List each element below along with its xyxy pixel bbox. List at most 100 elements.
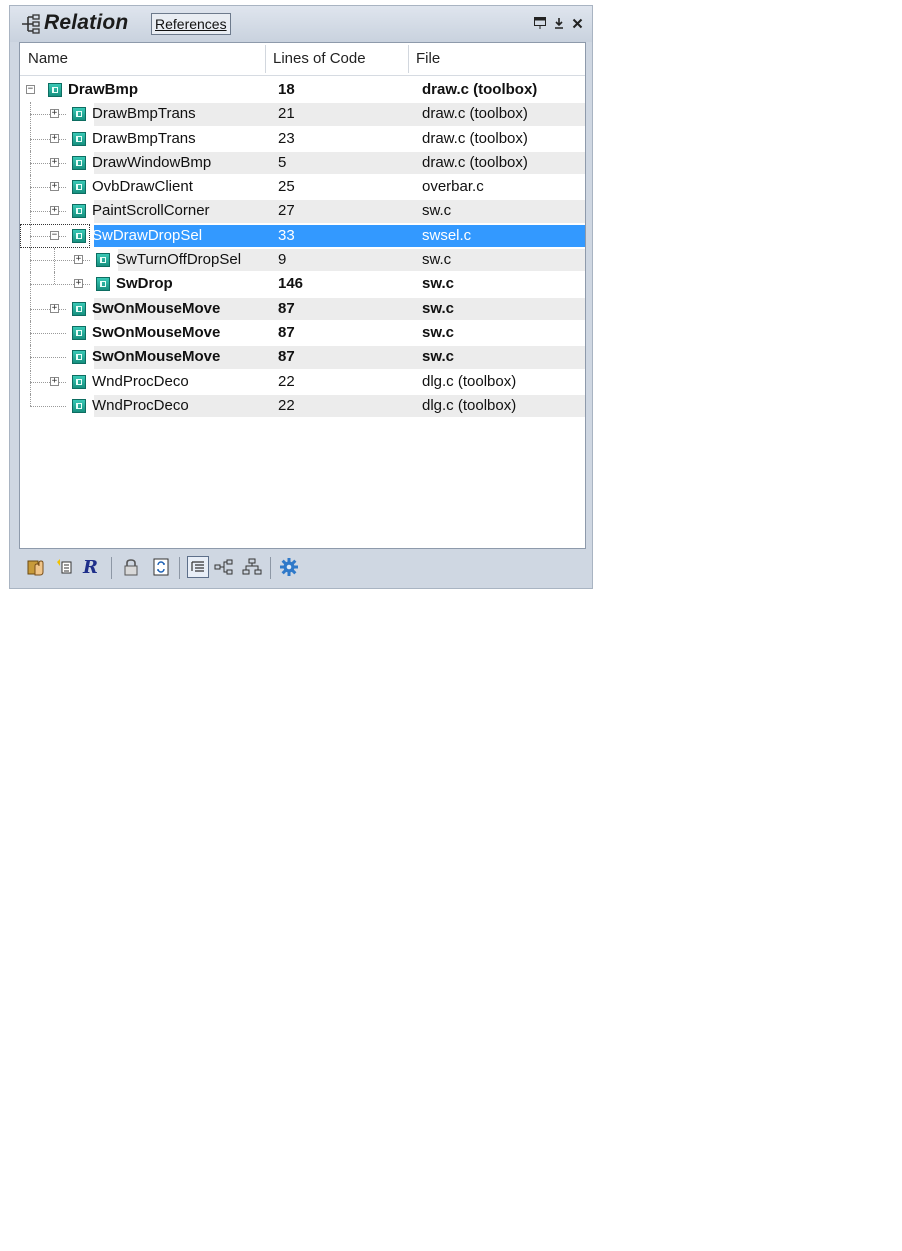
expand-icon[interactable]: +: [50, 303, 59, 313]
row-lines-of-code: 25: [278, 178, 295, 196]
pin-icon[interactable]: [551, 15, 567, 31]
row-name: WndProcDeco: [92, 396, 189, 414]
expand-icon[interactable]: +: [50, 133, 59, 143]
horizontal-tree-icon[interactable]: [213, 556, 235, 578]
tree-connector: [30, 114, 66, 116]
tree-row[interactable]: + DrawBmpTrans 21 draw.c (toolbox): [20, 102, 585, 127]
row-lines-of-code: 21: [278, 105, 295, 123]
tree-row[interactable]: + SwOnMouseMove 87 sw.c: [20, 296, 585, 321]
toolbar-separator: [179, 557, 180, 579]
row-file: swsel.c: [422, 226, 472, 244]
row-name: SwOnMouseMove: [92, 323, 221, 341]
toolbar-separator: [111, 557, 112, 579]
tree-row[interactable]: + DrawWindowBmp 5 draw.c (toolbox): [20, 150, 585, 175]
function-icon: [72, 325, 86, 340]
function-icon: [72, 301, 86, 316]
expand-icon[interactable]: +: [50, 157, 59, 167]
tab-references[interactable]: References: [151, 13, 231, 35]
row-file: draw.c (toolbox): [422, 105, 528, 123]
tree-row[interactable]: + SwTurnOffDropSel 9 sw.c: [20, 248, 585, 273]
row-file: overbar.c: [422, 178, 484, 196]
row-lines-of-code: 22: [278, 396, 295, 414]
vertical-tree-icon[interactable]: [241, 556, 263, 578]
expand-icon[interactable]: +: [50, 206, 59, 216]
collapse-icon[interactable]: −: [26, 85, 35, 94]
row-name: PaintScrollCorner: [92, 202, 210, 220]
row-file: draw.c (toolbox): [422, 81, 538, 98]
tree-connector: [30, 381, 66, 383]
row-file: draw.c (toolbox): [422, 129, 528, 147]
tab-references-label: References: [155, 16, 227, 32]
function-icon: [72, 107, 86, 122]
row-name: OvbDrawClient: [92, 178, 193, 196]
row-file: dlg.c (toolbox): [422, 372, 517, 390]
new-relation-icon[interactable]: [53, 556, 75, 578]
svg-text:R: R: [82, 558, 98, 576]
tree-rows: − DrawBmp 18 draw.c (toolbox) + DrawBmpTrans 2…: [20, 78, 585, 418]
panel-titlebar: Relation References: [10, 6, 592, 42]
column-lines-of-code[interactable]: Lines of Code: [265, 43, 408, 75]
tree-row[interactable]: SwOnMouseMove 87 sw.c: [20, 320, 585, 345]
row-file: sw.c: [422, 275, 454, 293]
row-file: sw.c: [422, 323, 454, 341]
row-lines-of-code: 87: [278, 323, 295, 341]
sync-icon[interactable]: [150, 556, 172, 578]
tree-connector: [30, 138, 66, 140]
dock-icon[interactable]: [532, 15, 548, 31]
row-lines-of-code: 22: [278, 372, 295, 390]
row-lines-of-code: 23: [278, 129, 295, 147]
row-name: DrawWindowBmp: [92, 153, 212, 171]
column-file[interactable]: File: [408, 43, 585, 75]
function-icon: [72, 350, 86, 365]
tree-connector: [54, 272, 55, 285]
relation-panel: Relation References Name Lines of Code F…: [9, 5, 593, 589]
tree-row[interactable]: + DrawBmpTrans 23 draw.c (toolbox): [20, 126, 585, 151]
row-lines-of-code: 146: [278, 275, 304, 293]
expand-icon[interactable]: +: [50, 182, 59, 192]
close-icon[interactable]: [569, 15, 585, 31]
row-name: SwDrawDropSel: [92, 226, 203, 244]
row-lines-of-code: 87: [278, 348, 295, 366]
tree-connector: [30, 332, 66, 334]
function-icon: [72, 180, 86, 195]
tree-row[interactable]: − SwDrawDropSel 33 swsel.c: [20, 223, 585, 248]
expand-icon[interactable]: +: [50, 109, 59, 119]
column-name[interactable]: Name: [20, 43, 265, 75]
row-file: sw.c: [422, 251, 452, 269]
lock-icon[interactable]: [120, 556, 142, 578]
tree-row[interactable]: WndProcDeco 22 dlg.c (toolbox): [20, 393, 585, 418]
settings-gear-icon[interactable]: [278, 556, 300, 578]
hand-report-icon[interactable]: [25, 556, 47, 578]
tree-row[interactable]: SwOnMouseMove 87 sw.c: [20, 345, 585, 370]
function-icon: [72, 374, 86, 389]
r-script-icon[interactable]: R: [81, 556, 103, 578]
tree-row[interactable]: − DrawBmp 18 draw.c (toolbox): [20, 78, 585, 102]
tree-connector: [30, 162, 66, 164]
row-file: dlg.c (toolbox): [422, 396, 517, 414]
row-file: sw.c: [422, 299, 454, 317]
tree-row[interactable]: + WndProcDeco 22 dlg.c (toolbox): [20, 369, 585, 394]
row-name: SwTurnOffDropSel: [116, 251, 242, 269]
expand-icon[interactable]: +: [74, 255, 83, 265]
row-lines-of-code: 87: [278, 299, 295, 317]
row-file: sw.c: [422, 348, 454, 366]
tree-connector: [54, 248, 55, 273]
function-icon: [96, 277, 110, 292]
row-lines-of-code: 33: [278, 226, 295, 244]
row-name: DrawBmpTrans: [92, 105, 196, 123]
tree-row[interactable]: + SwDrop 146 sw.c: [20, 272, 585, 297]
row-name: SwOnMouseMove: [92, 299, 221, 317]
tree-row[interactable]: + OvbDrawClient 25 overbar.c: [20, 175, 585, 200]
expand-icon[interactable]: +: [74, 279, 83, 289]
row-lines-of-code: 18: [278, 81, 295, 98]
expand-icon[interactable]: +: [50, 376, 59, 386]
tree-row[interactable]: + PaintScrollCorner 27 sw.c: [20, 199, 585, 224]
relation-tree[interactable]: Name Lines of Code File − DrawBmp 18 draw.c…: [19, 42, 586, 549]
outline-view-icon[interactable]: [187, 556, 209, 578]
tree-connector: [30, 405, 66, 407]
function-icon: [72, 155, 86, 170]
tree-connector: [30, 211, 66, 213]
relation-tree-icon: [22, 14, 40, 34]
row-name: DrawBmpTrans: [92, 129, 196, 147]
function-icon: [48, 83, 62, 97]
